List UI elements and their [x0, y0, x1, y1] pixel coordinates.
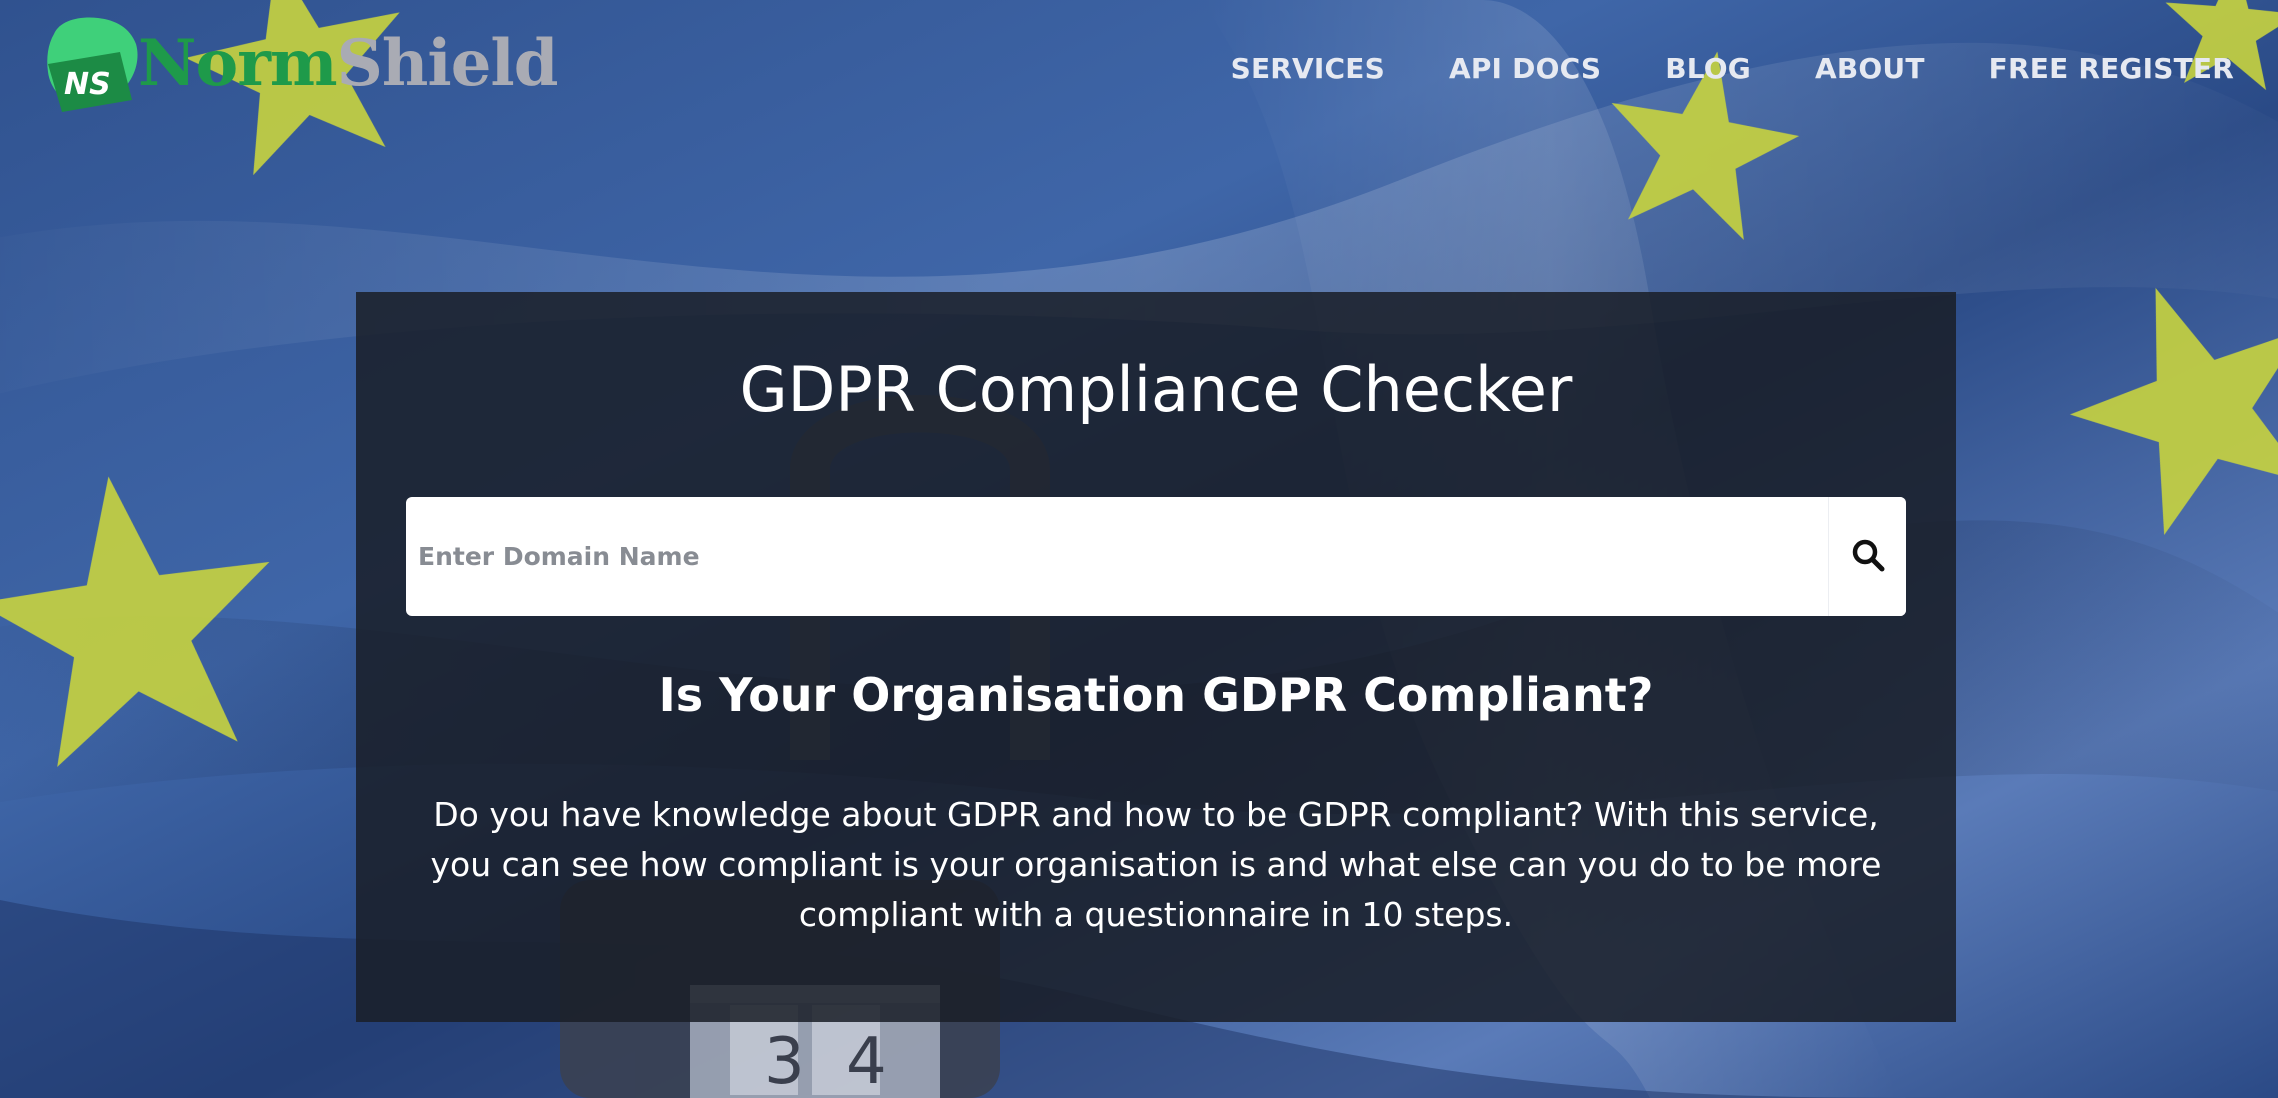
brand-name-part2: Shield — [336, 26, 559, 101]
svg-text:4: 4 — [846, 1025, 887, 1098]
domain-search-input[interactable] — [406, 497, 1828, 616]
service-description: Do you have knowledge about GDPR and how… — [430, 795, 1882, 934]
nav-item-blog[interactable]: BLOG — [1665, 52, 1751, 85]
brand-logo[interactable]: NS NormShield — [40, 14, 558, 114]
logo-initials: NS — [64, 67, 111, 102]
nav-item-about[interactable]: ABOUT — [1815, 52, 1925, 85]
search-button[interactable] — [1828, 497, 1906, 616]
main-nav: SERVICES API DOCS BLOG ABOUT FREE REGIST… — [1231, 52, 2234, 85]
nav-item-free-register[interactable]: FREE REGISTER — [1989, 52, 2234, 85]
domain-search-bar — [406, 497, 1906, 616]
svg-text:3: 3 — [764, 1025, 805, 1098]
nav-item-api-docs[interactable]: API DOCS — [1449, 52, 1601, 85]
section-subtitle: Is Your Organisation GDPR Compliant? — [658, 668, 1654, 722]
brand-name: NormShield — [138, 32, 558, 96]
page-title: GDPR Compliance Checker — [739, 353, 1573, 426]
nav-item-services[interactable]: SERVICES — [1231, 52, 1385, 85]
normshield-logo-icon: NS — [40, 14, 150, 114]
brand-name-part1: Norm — [138, 26, 338, 101]
search-icon — [1851, 538, 1885, 575]
